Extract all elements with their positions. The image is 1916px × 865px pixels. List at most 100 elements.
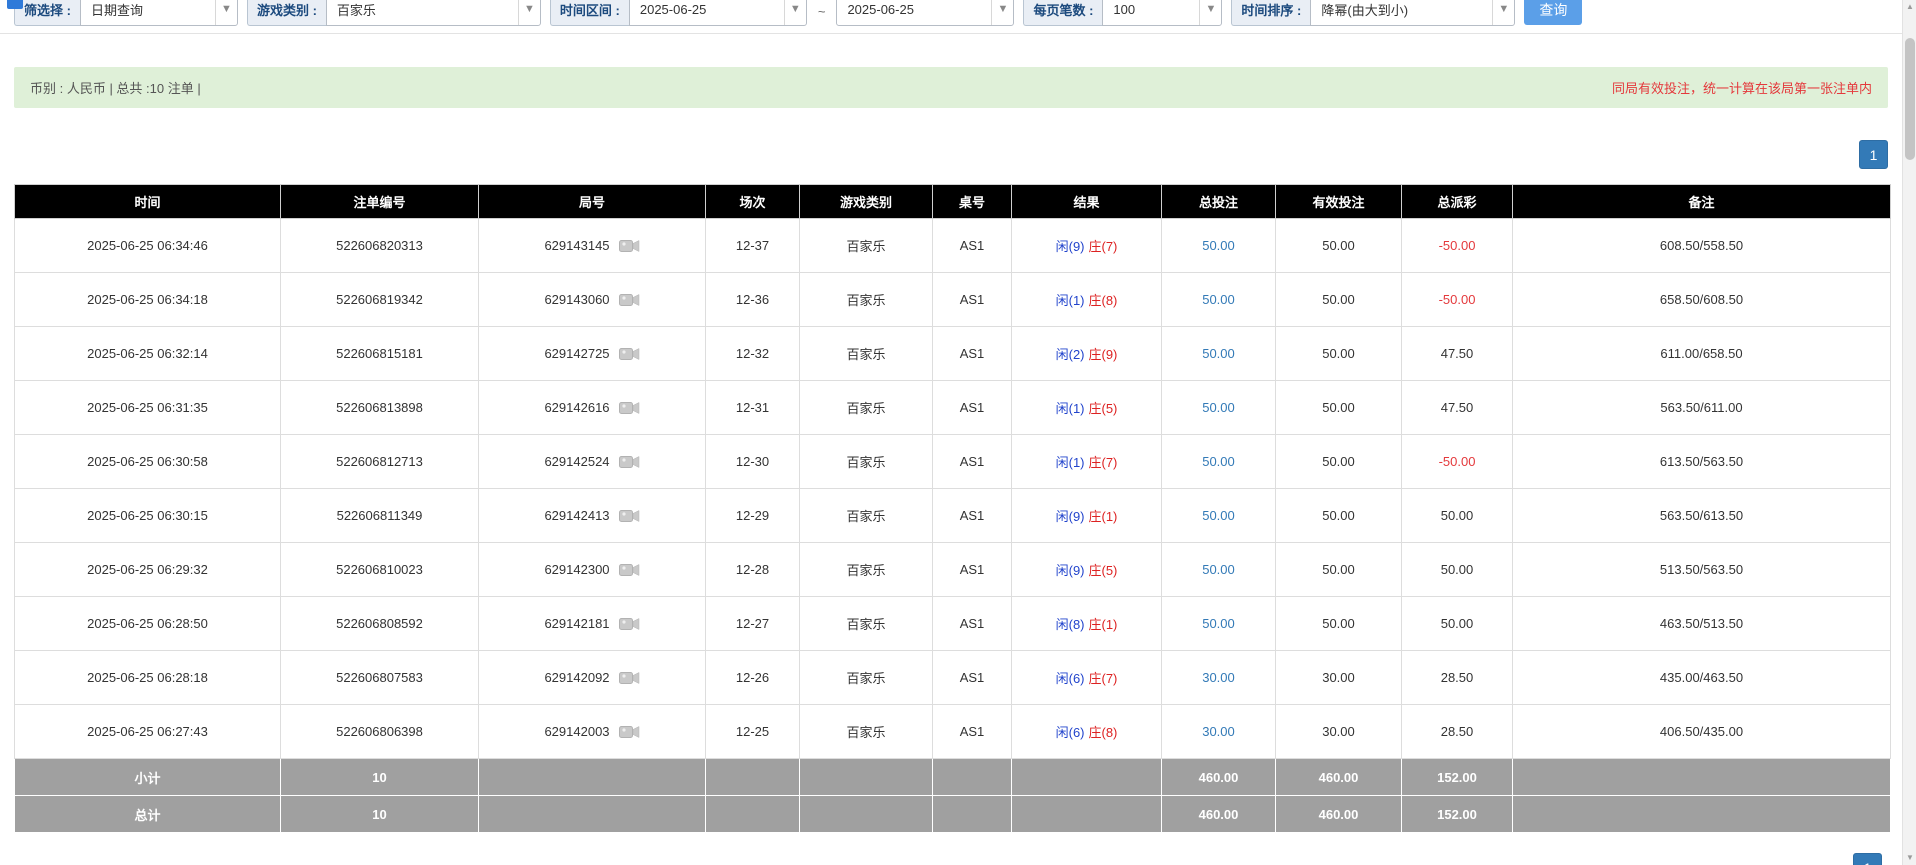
subtotal-empty-cell xyxy=(479,759,706,796)
total-bet-link[interactable]: 50.00 xyxy=(1202,292,1235,307)
total-bet-link[interactable]: 50.00 xyxy=(1202,400,1235,415)
page-size-value: 100 xyxy=(1113,2,1135,17)
total-empty-cell xyxy=(800,796,933,833)
scroll-down-arrow-icon[interactable]: ▼ xyxy=(1903,851,1916,865)
filter-time-sort: 时间排序 : 降幂(由大到小) ▼ xyxy=(1231,0,1515,26)
cell-valid-bet: 30.00 xyxy=(1276,651,1402,705)
video-replay-icon[interactable] xyxy=(619,346,640,362)
subtotal-empty-cell xyxy=(1012,759,1162,796)
round-number: 629142300 xyxy=(544,562,609,577)
bets-table: 时间注单编号局号场次游戏类别桌号结果总投注有效投注总派彩备注 2025-06-2… xyxy=(14,184,1891,833)
total-bet-link[interactable]: 30.00 xyxy=(1202,670,1235,685)
round-number: 629143060 xyxy=(544,292,609,307)
cell-valid-bet: 50.00 xyxy=(1276,543,1402,597)
same-round-notice-text: 同局有效投注，统一计算在该局第一张注单内 xyxy=(1612,78,1872,97)
cell-game-type: 百家乐 xyxy=(800,597,933,651)
video-replay-icon[interactable] xyxy=(619,238,640,254)
banker-result: 庄(7) xyxy=(1089,671,1118,686)
total-bet-link[interactable]: 50.00 xyxy=(1202,238,1235,253)
filter-game-type: 游戏类别 : 百家乐 ▼ xyxy=(247,0,541,26)
cell-bet-id: 522606808592 xyxy=(281,597,479,651)
chevron-down-icon: ▼ xyxy=(784,0,806,25)
cell-table-number: AS1 xyxy=(933,597,1012,651)
cell-total-bet: 50.00 xyxy=(1162,381,1276,435)
time-sort-select[interactable]: 降幂(由大到小) ▼ xyxy=(1310,0,1515,26)
total-bet-link[interactable]: 50.00 xyxy=(1202,616,1235,631)
game-type-value: 百家乐 xyxy=(337,0,376,19)
cell-bet-id: 522606819342 xyxy=(281,273,479,327)
cell-total-bet: 50.00 xyxy=(1162,597,1276,651)
round-number: 629142616 xyxy=(544,400,609,415)
table-row: 2025-06-25 06:27:43522606806398629142003… xyxy=(15,705,1891,759)
column-header-5: 桌号 xyxy=(933,185,1012,219)
scroll-up-arrow-icon[interactable]: ▲ xyxy=(1903,0,1916,14)
banker-result: 庄(5) xyxy=(1089,563,1118,578)
table-row: 2025-06-25 06:29:32522606810023629142300… xyxy=(15,543,1891,597)
total-bet-link[interactable]: 50.00 xyxy=(1202,562,1235,577)
scrollbar-thumb[interactable] xyxy=(1905,38,1915,160)
total-bet-link[interactable]: 50.00 xyxy=(1202,346,1235,361)
video-replay-icon[interactable] xyxy=(619,292,640,308)
game-type-label: 游戏类别 : xyxy=(247,0,326,26)
cell-bet-id: 522606810023 xyxy=(281,543,479,597)
cell-valid-bet: 50.00 xyxy=(1276,435,1402,489)
cell-session: 12-30 xyxy=(706,435,800,489)
cell-time: 2025-06-25 06:27:43 xyxy=(15,705,281,759)
cell-result: 闲(2)庄(9) xyxy=(1012,327,1162,381)
table-row: 2025-06-25 06:31:35522606813898629142616… xyxy=(15,381,1891,435)
cell-time: 2025-06-25 06:32:14 xyxy=(15,327,281,381)
currency-summary-text: 币别 : 人民币 | 总共 :10 注单 | xyxy=(30,78,201,97)
round-number: 629142181 xyxy=(544,616,609,631)
video-replay-icon[interactable] xyxy=(619,508,640,524)
total-label: 总计 xyxy=(15,796,281,833)
search-button[interactable]: 查询 xyxy=(1524,0,1582,25)
cell-session: 12-25 xyxy=(706,705,800,759)
page-size-select[interactable]: 100 ▼ xyxy=(1102,0,1222,26)
total-empty-cell xyxy=(1012,796,1162,833)
cell-table-number: AS1 xyxy=(933,705,1012,759)
date-to-select[interactable]: 2025-06-25 ▼ xyxy=(836,0,1014,26)
cell-table-number: AS1 xyxy=(933,651,1012,705)
banker-result: 庄(1) xyxy=(1089,617,1118,632)
cell-remark: 435.00/463.50 xyxy=(1513,651,1891,705)
screen-type-label: 筛选择 : xyxy=(14,0,80,26)
date-from-select[interactable]: 2025-06-25 ▼ xyxy=(629,0,807,26)
cell-payout: 50.00 xyxy=(1402,597,1513,651)
page-1-button-bottom[interactable]: 1 xyxy=(1853,853,1882,865)
table-header-row: 时间注单编号局号场次游戏类别桌号结果总投注有效投注总派彩备注 xyxy=(15,185,1891,219)
cell-remark: 613.50/563.50 xyxy=(1513,435,1891,489)
banker-result: 庄(8) xyxy=(1089,293,1118,308)
player-result: 闲(1) xyxy=(1056,293,1085,308)
date-to-value: 2025-06-25 xyxy=(847,2,914,17)
video-replay-icon[interactable] xyxy=(619,454,640,470)
main-content: 筛选择 : 日期查询 ▼ 游戏类别 : 百家乐 ▼ 时间区间 : 2025-06… xyxy=(0,0,1902,833)
cell-bet-id: 522606806398 xyxy=(281,705,479,759)
table-row: 2025-06-25 06:28:18522606807583629142092… xyxy=(15,651,1891,705)
video-replay-icon[interactable] xyxy=(619,724,640,740)
cell-result: 闲(6)庄(7) xyxy=(1012,651,1162,705)
column-header-6: 结果 xyxy=(1012,185,1162,219)
total-bet-link[interactable]: 30.00 xyxy=(1202,724,1235,739)
column-header-8: 有效投注 xyxy=(1276,185,1402,219)
cell-bet-id: 522606807583 xyxy=(281,651,479,705)
video-replay-icon[interactable] xyxy=(619,616,640,632)
cell-session: 12-37 xyxy=(706,219,800,273)
cell-time: 2025-06-25 06:34:46 xyxy=(15,219,281,273)
video-replay-icon[interactable] xyxy=(619,670,640,686)
total-bet-link[interactable]: 50.00 xyxy=(1202,508,1235,523)
screen-type-select[interactable]: 日期查询 ▼ xyxy=(80,0,238,26)
video-replay-icon[interactable] xyxy=(619,562,640,578)
vertical-scrollbar[interactable]: ▲ ▼ xyxy=(1902,0,1916,865)
player-result: 闲(9) xyxy=(1056,239,1085,254)
cell-session: 12-26 xyxy=(706,651,800,705)
cell-remark: 608.50/558.50 xyxy=(1513,219,1891,273)
game-type-select[interactable]: 百家乐 ▼ xyxy=(326,0,541,26)
screen-type-value: 日期查询 xyxy=(91,0,143,19)
total-bet-link[interactable]: 50.00 xyxy=(1202,454,1235,469)
cell-time: 2025-06-25 06:34:18 xyxy=(15,273,281,327)
column-header-0: 时间 xyxy=(15,185,281,219)
subtotal-payout: 152.00 xyxy=(1402,759,1513,796)
video-replay-icon[interactable] xyxy=(619,400,640,416)
total-empty-cell xyxy=(933,796,1012,833)
page-1-button[interactable]: 1 xyxy=(1859,140,1888,169)
